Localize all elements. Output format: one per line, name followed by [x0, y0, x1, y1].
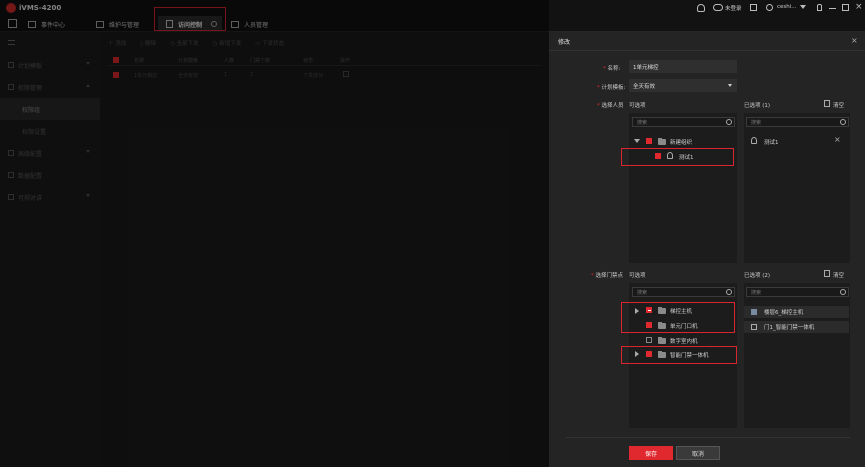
door-label-indoor: 数字室内机: [670, 339, 698, 345]
person-checkbox[interactable]: [655, 153, 661, 159]
door-icon: [751, 309, 757, 315]
search-icon[interactable]: [726, 119, 732, 125]
template-value: 全天有效: [633, 84, 656, 90]
person-selected-title: 已选项 (1): [744, 103, 771, 109]
door-selected-panel: [744, 283, 850, 428]
door-icon: [751, 324, 757, 330]
search-placeholder: 搜索: [751, 119, 762, 126]
close-drawer-icon[interactable]: ×: [851, 36, 858, 45]
template-label-text: 计划模板:: [601, 85, 626, 91]
chevron-down-icon: [728, 84, 732, 87]
selected-door-label: 门1_智能门禁一体机: [764, 325, 815, 331]
door-label-text: 选择门禁点: [595, 273, 624, 279]
door-checkbox-elevator-host[interactable]: [646, 307, 652, 313]
login-status[interactable]: 未登录: [725, 4, 742, 12]
lock-icon[interactable]: [817, 4, 822, 11]
search-placeholder: 搜索: [637, 289, 648, 296]
selected-person-label: 测试1: [764, 140, 779, 146]
org-checkbox[interactable]: [646, 138, 652, 144]
bell-icon[interactable]: [697, 4, 705, 12]
person-label: * 选择人员: [597, 103, 624, 109]
grid-icon[interactable]: [750, 4, 757, 11]
door-checkbox-unit-door[interactable]: [646, 322, 652, 328]
drawer-title: 修改: [558, 39, 571, 46]
clear-doors-button[interactable]: 清空: [833, 271, 844, 279]
door-checkbox-smart-terminal[interactable]: [646, 351, 652, 357]
org-label: 新建组织: [670, 140, 693, 146]
search-placeholder: 搜索: [751, 289, 762, 296]
door-selected-search-input[interactable]: 搜索: [746, 287, 849, 297]
selected-door-label: 楼层6_梯控主机: [764, 310, 804, 316]
expand-icon[interactable]: [635, 351, 639, 357]
name-input[interactable]: 1单元梯控: [629, 60, 737, 73]
person-search-input[interactable]: 搜索: [632, 117, 735, 127]
person-label-item: 测试1: [679, 155, 694, 161]
door-label-smart-terminal: 智能门禁一体机: [670, 353, 709, 359]
folder-icon: [658, 351, 666, 358]
person-icon: [667, 152, 673, 159]
expand-icon[interactable]: [635, 308, 639, 314]
user-icon[interactable]: [766, 4, 773, 11]
person-selected-search-input[interactable]: 搜索: [746, 117, 849, 127]
door-label: * 选择门禁点: [591, 273, 624, 279]
clear-persons-button[interactable]: 清空: [833, 101, 844, 109]
selected-door-item[interactable]: 楼层6_梯控主机: [744, 306, 849, 318]
minimize-icon[interactable]: [829, 8, 836, 9]
template-label: * 计划模板:: [597, 85, 626, 91]
door-label-unit-door: 单元门口机: [670, 324, 698, 330]
person-label-text: 选择人员: [601, 103, 624, 109]
selected-door-item[interactable]: 门1_智能门禁一体机: [744, 321, 849, 333]
modal-overlay: [0, 0, 549, 467]
trash-icon[interactable]: [824, 270, 830, 277]
door-available-title: 可选项: [629, 273, 646, 279]
folder-icon: [658, 138, 666, 145]
person-available-title: 可选项: [629, 103, 646, 109]
cloud-icon[interactable]: [713, 4, 723, 11]
folder-icon: [658, 337, 666, 344]
divider: [566, 437, 850, 438]
door-search-input[interactable]: 搜索: [632, 287, 735, 297]
maximize-icon[interactable]: [842, 4, 849, 11]
search-icon[interactable]: [726, 289, 732, 295]
save-button[interactable]: 保存: [629, 446, 673, 460]
door-selected-title: 已选项 (2): [744, 273, 771, 279]
door-checkbox-indoor[interactable]: [646, 337, 652, 343]
user-menu-chevron-icon[interactable]: [800, 5, 806, 9]
door-label-elevator-host: 梯控主机: [670, 309, 693, 315]
search-placeholder: 搜索: [637, 119, 648, 126]
divider: [549, 50, 865, 51]
folder-icon: [658, 307, 666, 314]
trash-icon[interactable]: [824, 100, 830, 107]
name-label-text: 名称:: [607, 66, 621, 72]
cancel-button[interactable]: 取消: [676, 446, 720, 460]
search-icon[interactable]: [840, 119, 846, 125]
close-window-icon[interactable]: ×: [855, 2, 863, 12]
remove-person-icon[interactable]: ×: [834, 135, 841, 144]
template-select[interactable]: 全天有效: [629, 79, 737, 92]
person-icon: [751, 137, 757, 144]
expand-icon[interactable]: [634, 139, 640, 143]
person-available-panel: [629, 113, 737, 263]
name-label: * 名称:: [603, 66, 621, 72]
search-icon[interactable]: [840, 289, 846, 295]
folder-icon: [658, 322, 666, 329]
user-name[interactable]: ceshi...: [777, 4, 797, 10]
